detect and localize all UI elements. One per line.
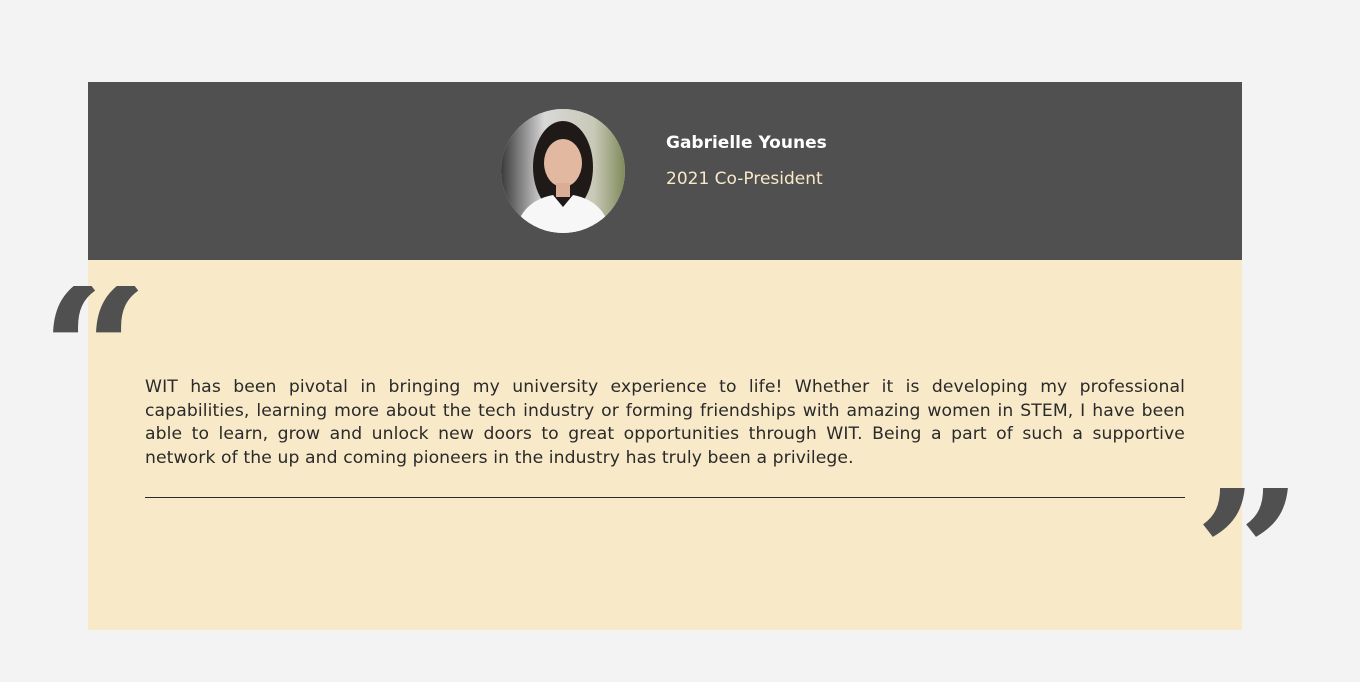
testimonial-card: Gabrielle Younes 2021 Co-President — [88, 82, 1242, 630]
open-quote-glyph: “ — [40, 286, 150, 416]
close-quote-glyph: ” — [1194, 488, 1303, 588]
avatar-photo — [501, 109, 625, 233]
open-quote-icon: “ — [40, 286, 149, 416]
member-role: 2021 Co-President — [666, 169, 823, 189]
avatar — [501, 109, 625, 233]
divider — [145, 497, 1185, 498]
member-name: Gabrielle Younes — [666, 133, 827, 153]
close-quote-icon: ” — [1194, 488, 1303, 588]
testimonial-header: Gabrielle Younes 2021 Co-President — [88, 82, 1242, 260]
testimonial-quote: WIT has been pivotal in bringing my univ… — [145, 377, 1185, 468]
